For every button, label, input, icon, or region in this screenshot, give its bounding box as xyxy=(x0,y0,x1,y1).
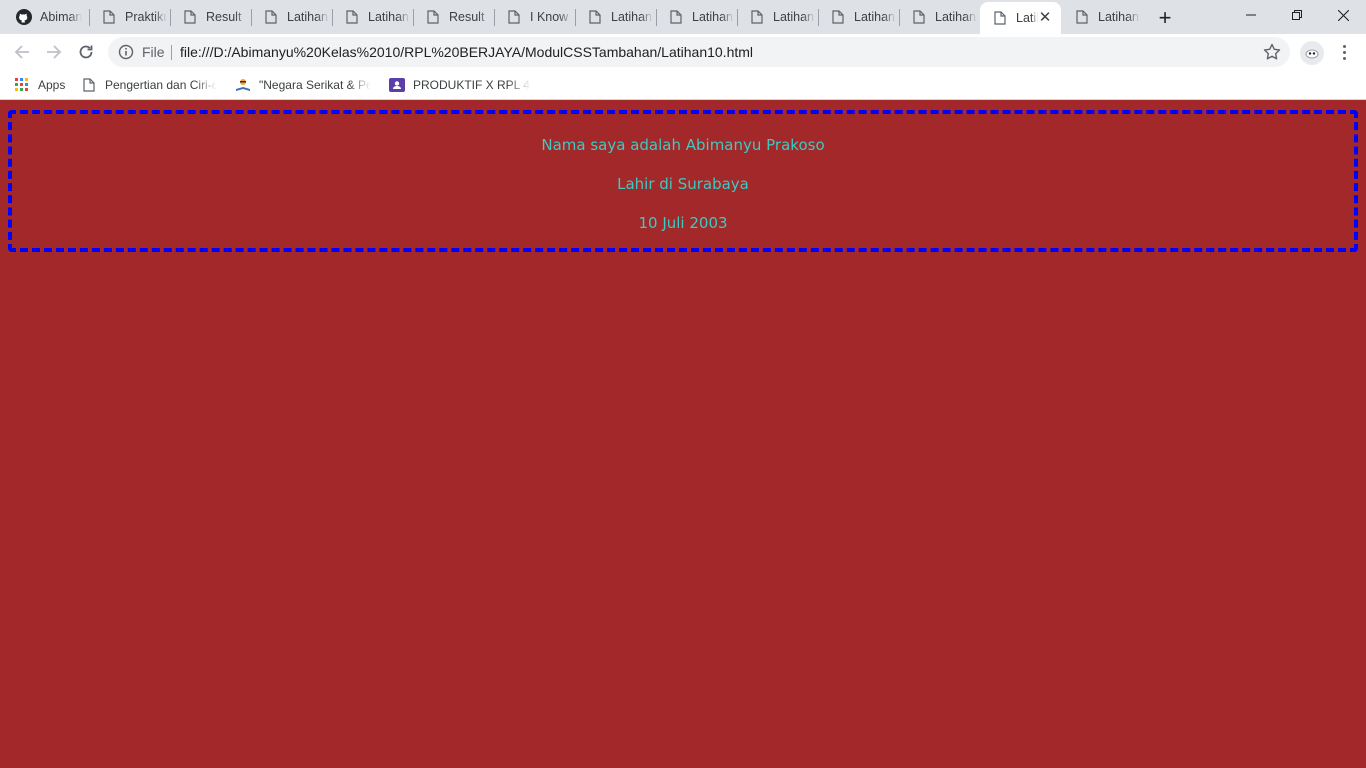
info-icon[interactable] xyxy=(118,44,134,60)
tab-0[interactable]: Abimanyu xyxy=(4,0,88,34)
page-icon xyxy=(182,9,198,25)
tab-1[interactable]: Praktikum xyxy=(89,0,169,34)
page-icon xyxy=(101,9,117,25)
bookmark-label: Pengertian dan Ciri-ciri xyxy=(105,78,217,92)
bookmark-label: PRODUKTIF X RPL 4 - xyxy=(413,78,531,92)
forward-button[interactable] xyxy=(40,38,68,66)
tab-title: Latihan xyxy=(773,10,815,24)
page-icon xyxy=(81,77,97,93)
back-arrow-icon xyxy=(14,45,29,59)
page-icon xyxy=(344,9,360,25)
name-text: Nama saya adalah Abimanyu Prakoso xyxy=(541,136,825,154)
tab-title: Latihan xyxy=(287,10,329,24)
menu-dot xyxy=(1342,56,1346,60)
tab-title: Latihan xyxy=(692,10,734,24)
tab-11[interactable]: Latihan xyxy=(899,0,979,34)
tab-4[interactable]: Latihan xyxy=(332,0,412,34)
tab-title: Latihan xyxy=(1016,11,1038,25)
menu-dot xyxy=(1342,50,1346,54)
apps-grid-icon xyxy=(14,77,30,93)
tab-title: Praktikum xyxy=(125,10,167,24)
page-icon xyxy=(668,9,684,25)
tab-6[interactable]: I Know xyxy=(494,0,574,34)
tab-title: Latihan xyxy=(611,10,653,24)
forward-arrow-icon xyxy=(47,45,62,59)
page-icon xyxy=(1074,9,1090,25)
tab-title: Latihan xyxy=(935,10,977,24)
page-icon xyxy=(425,9,441,25)
tab-title: Abimanyu xyxy=(40,10,82,24)
tab-13[interactable]: Latihan xyxy=(1062,0,1142,34)
reading-icon xyxy=(235,77,251,93)
tab-12-active[interactable]: Latihan ✕ xyxy=(980,2,1061,34)
toolbar: File file:///D:/Abimanyu%20Kelas%2010/RP… xyxy=(0,34,1366,70)
new-tab-button[interactable]: + xyxy=(1152,5,1178,31)
reload-icon xyxy=(79,45,93,59)
url-text[interactable]: file:///D:/Abimanyu%20Kelas%2010/RPL%20B… xyxy=(180,44,753,60)
page-icon xyxy=(263,9,279,25)
close-tab-icon[interactable]: ✕ xyxy=(1037,10,1053,26)
tab-7[interactable]: Latihan xyxy=(575,0,655,34)
minimize-button[interactable] xyxy=(1228,0,1274,30)
close-window-button[interactable] xyxy=(1320,0,1366,30)
bookmarks-bar: Apps Pengertian dan Ciri-ciri "Negara Se… xyxy=(0,70,1366,100)
page-icon xyxy=(506,9,522,25)
restore-button[interactable] xyxy=(1274,0,1320,30)
bookmark-apps[interactable]: Apps xyxy=(14,75,65,95)
tab-strip: Abimanyu Praktikum Result Latihan Latiha… xyxy=(0,0,1366,34)
tab-8[interactable]: Latihan xyxy=(656,0,736,34)
restore-icon xyxy=(1292,10,1302,20)
page-icon xyxy=(911,9,927,25)
tab-title: Result xyxy=(206,10,242,24)
page-icon xyxy=(992,10,1008,26)
tab-2[interactable]: Result xyxy=(170,0,250,34)
chrome-menu-button[interactable] xyxy=(1334,40,1354,64)
close-icon xyxy=(1337,9,1349,21)
bookmark-label: "Negara Serikat & Pe xyxy=(259,78,371,92)
tab-title: Latihan xyxy=(368,10,410,24)
page-viewport: Nama saya adalah Abimanyu Prakoso Lahir … xyxy=(0,101,1366,768)
bookmark-produktif[interactable]: PRODUKTIF X RPL 4 - xyxy=(389,75,531,95)
tab-title: Latihan xyxy=(854,10,896,24)
birthplace-text: Lahir di Surabaya xyxy=(617,175,749,193)
menu-dot xyxy=(1342,44,1346,48)
bio-box: Nama saya adalah Abimanyu Prakoso Lahir … xyxy=(8,110,1358,252)
bookmark-pengertian[interactable]: Pengertian dan Ciri-ciri xyxy=(81,75,217,95)
address-bar[interactable]: File file:///D:/Abimanyu%20Kelas%2010/RP… xyxy=(108,37,1290,67)
omnibox-separator xyxy=(171,45,172,60)
classroom-icon xyxy=(389,77,405,93)
tab-9[interactable]: Latihan xyxy=(737,0,817,34)
tab-10[interactable]: Latihan xyxy=(818,0,898,34)
reload-button[interactable] xyxy=(72,38,100,66)
bookmark-label: Apps xyxy=(38,78,66,92)
tab-3[interactable]: Latihan xyxy=(251,0,331,34)
page-icon xyxy=(749,9,765,25)
page-icon xyxy=(587,9,603,25)
minimize-icon xyxy=(1246,14,1256,16)
profile-avatar-icon[interactable] xyxy=(1300,41,1324,65)
bookmark-star-icon[interactable] xyxy=(1262,42,1282,62)
tab-title: I Know xyxy=(530,10,569,24)
birthdate-text: 10 Juli 2003 xyxy=(638,214,728,232)
tab-5[interactable]: Result xyxy=(413,0,493,34)
scheme-label: File xyxy=(142,44,165,60)
github-icon xyxy=(16,9,32,25)
bookmark-negara-serikat[interactable]: "Negara Serikat & Pe xyxy=(235,75,371,95)
tab-title: Result xyxy=(449,10,485,24)
back-button[interactable] xyxy=(8,38,36,66)
page-icon xyxy=(830,9,846,25)
tab-title: Latihan xyxy=(1098,10,1140,24)
